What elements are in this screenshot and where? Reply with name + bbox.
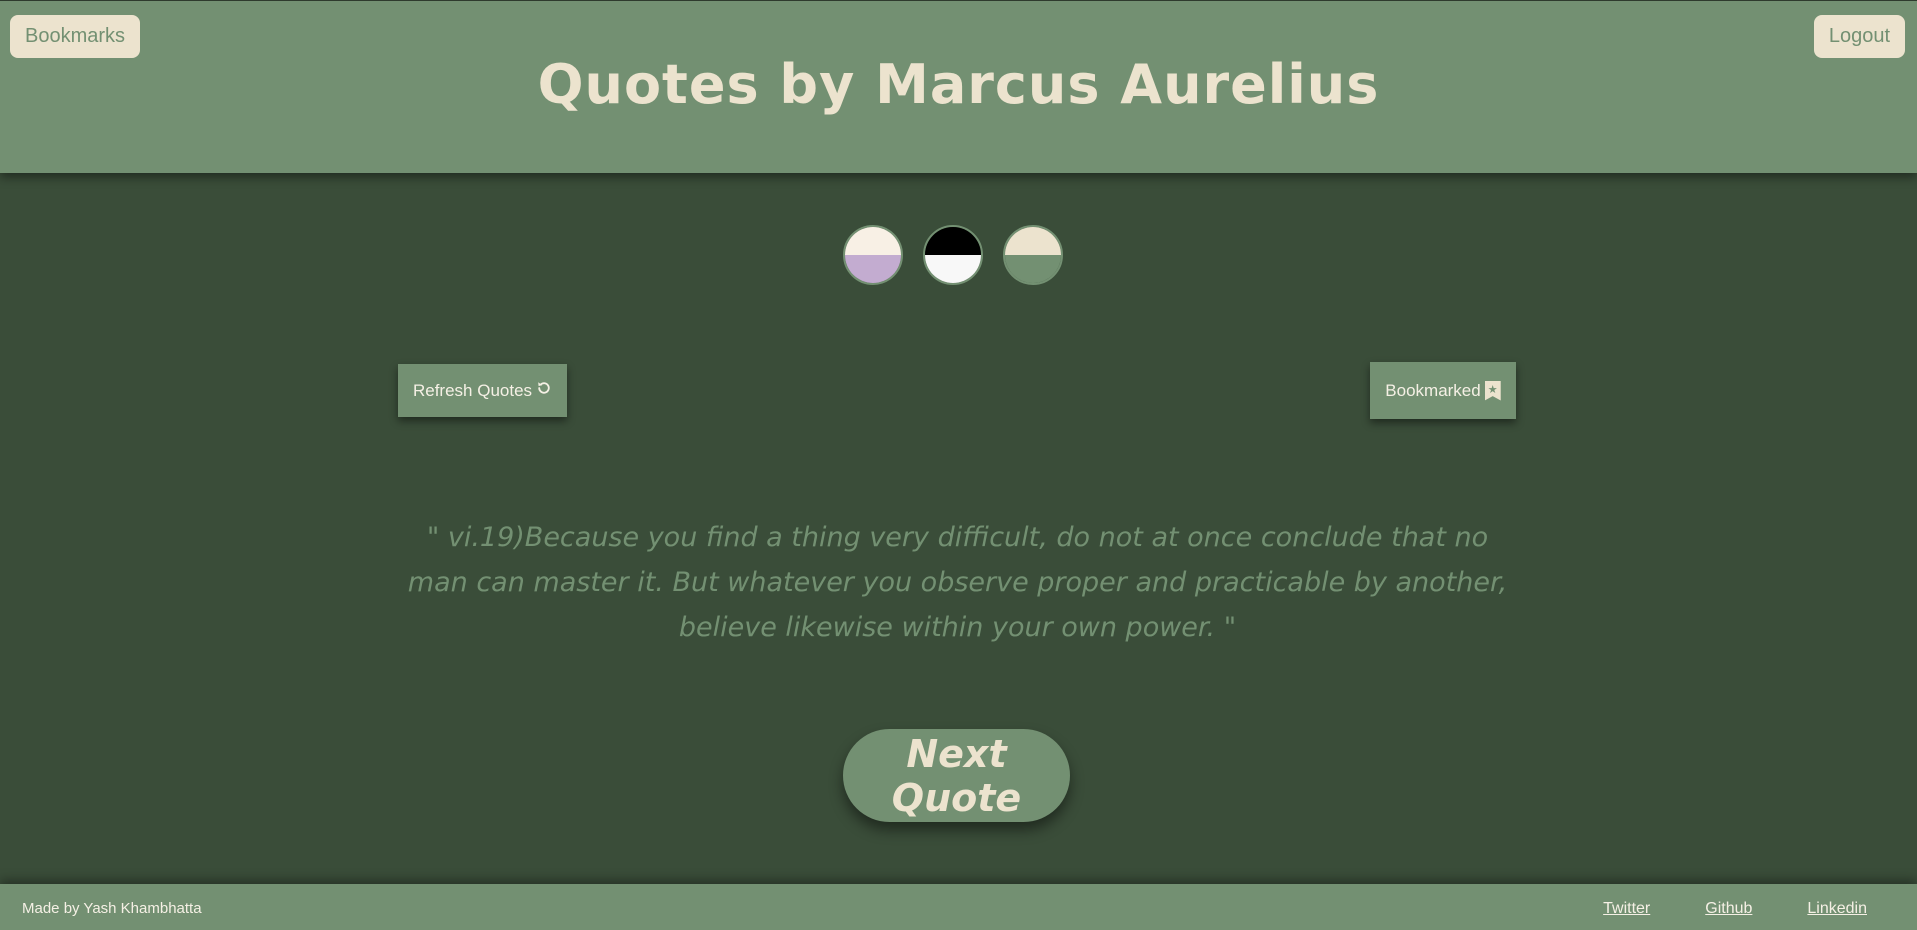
bookmarked-label: Bookmarked <box>1385 380 1481 400</box>
theme-swatch-top <box>845 227 901 255</box>
footer: Made by Yash Khambhatta Twitter Github L… <box>0 884 1917 930</box>
theme-swatch-top <box>1005 227 1061 255</box>
theme-swatch-bottom <box>845 255 901 283</box>
bookmarked-button[interactable]: Bookmarked ★ <box>1370 362 1516 419</box>
refresh-quotes-button[interactable]: Refresh Quotes <box>398 364 567 417</box>
theme-swatch-bottom <box>1005 255 1061 283</box>
theme-swatch-top <box>925 227 981 255</box>
twitter-link[interactable]: Twitter <box>1603 884 1650 930</box>
quote-text: " vi.19)Because you find a thing very di… <box>407 522 1508 643</box>
theme-cream-lavender[interactable] <box>843 225 903 285</box>
theme-black-white[interactable] <box>923 225 983 285</box>
footer-credit: Made by Yash Khambhatta <box>22 900 202 917</box>
github-link[interactable]: Github <box>1705 884 1752 930</box>
page-title: Quotes by Marcus Aurelius <box>537 53 1380 116</box>
theme-swatch-bottom <box>925 255 981 283</box>
next-quote-button[interactable]: Next Quote <box>843 729 1070 822</box>
bookmark-icon: ★ <box>1484 380 1501 401</box>
bookmarks-button[interactable]: Bookmarks <box>10 15 141 58</box>
header: Bookmarks Quotes by Marcus Aurelius Logo… <box>0 0 1917 173</box>
theme-beige-green[interactable] <box>1003 225 1063 285</box>
linkedin-link[interactable]: Linkedin <box>1807 884 1867 930</box>
theme-switcher <box>843 225 1063 285</box>
footer-links: Twitter Github Linkedin <box>1603 884 1867 930</box>
refresh-quotes-label: Refresh Quotes <box>412 380 533 400</box>
logout-button[interactable]: Logout <box>1813 15 1905 58</box>
refresh-icon <box>536 380 552 401</box>
